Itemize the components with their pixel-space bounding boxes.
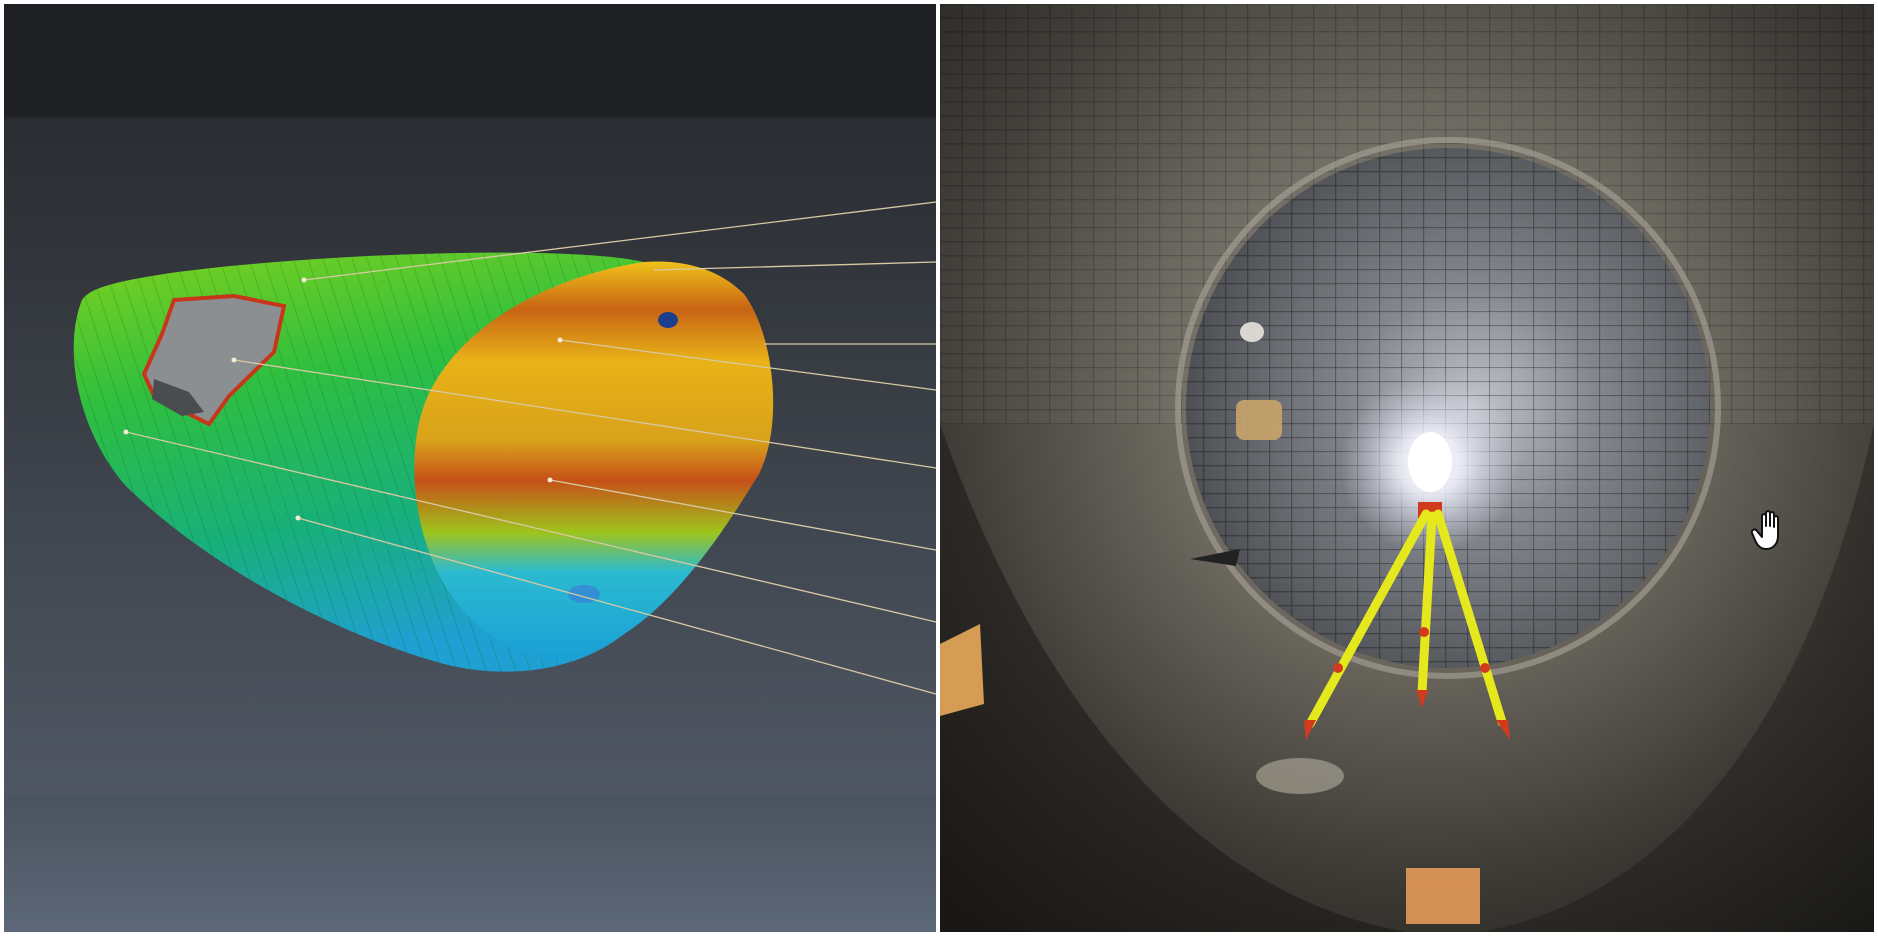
anchor-point <box>295 515 301 521</box>
scan-viewport-panel[interactable] <box>4 4 936 932</box>
tunnel-photo <box>940 4 1874 932</box>
wall-light-fixture <box>1240 322 1264 342</box>
anchor-point <box>231 357 237 363</box>
tripod-clamp <box>1480 663 1490 673</box>
screenshot-frame <box>0 0 1878 936</box>
tunnel-photo-panel <box>940 4 1874 932</box>
scan-viewport-canvas[interactable] <box>4 4 936 932</box>
anchor-point <box>547 477 553 483</box>
tripod-clamp <box>1419 627 1429 637</box>
floor-light-patch <box>1406 868 1480 924</box>
floor-light-patch <box>1256 758 1344 794</box>
hand-pointer-icon <box>1750 508 1788 552</box>
wall-opening <box>1236 400 1282 440</box>
tripod-clamp <box>1333 663 1343 673</box>
anchor-point <box>301 277 307 283</box>
scanner-lamp <box>1408 432 1452 492</box>
anchor-point <box>123 429 129 435</box>
anchor-point <box>557 337 563 343</box>
scan-hole-marker <box>658 312 678 328</box>
